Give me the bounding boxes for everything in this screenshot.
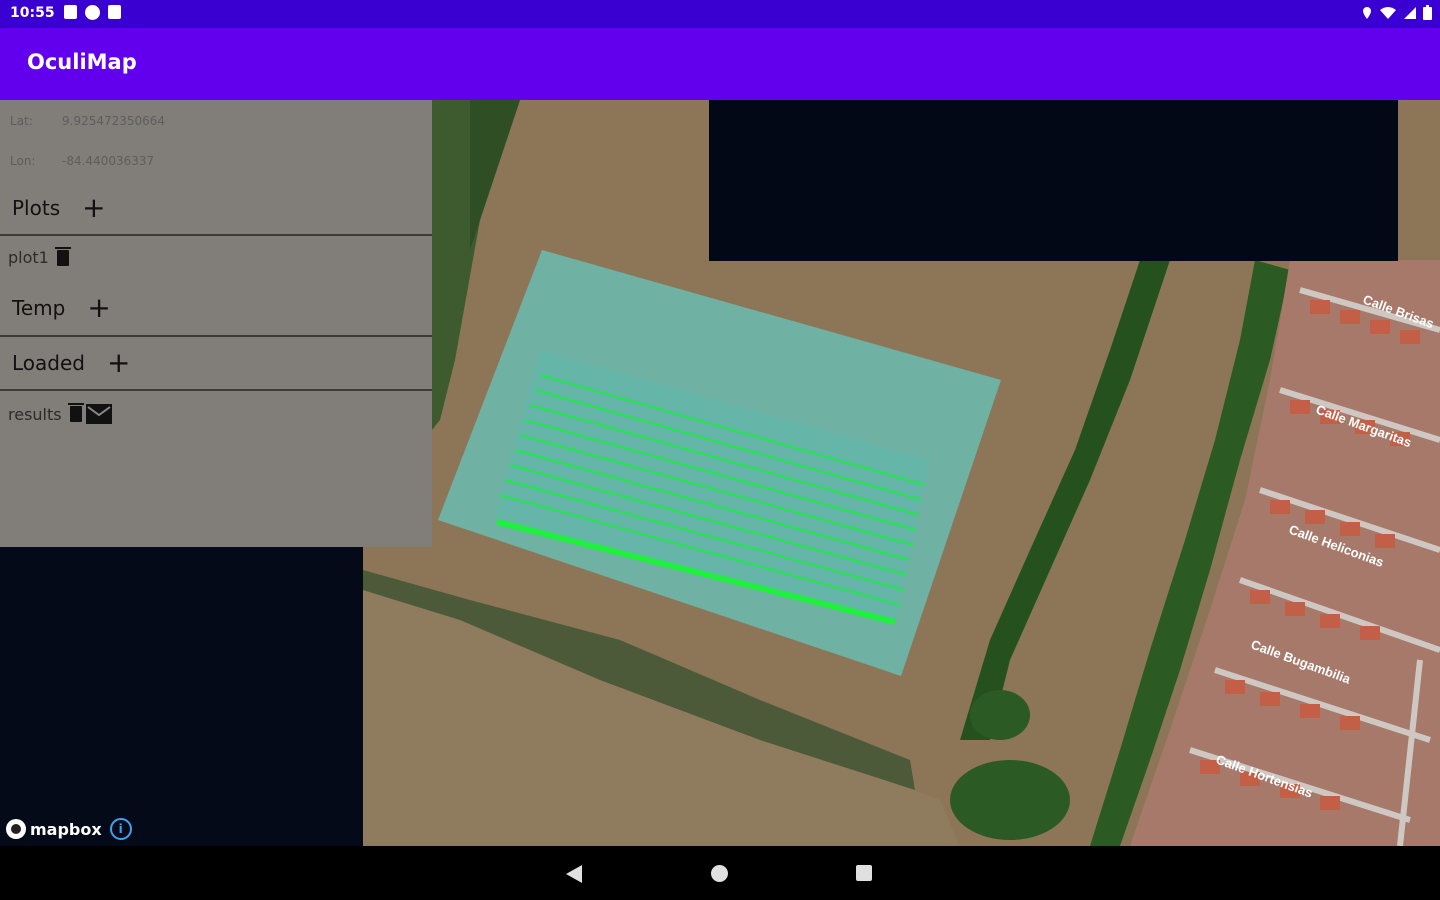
add-temp-button[interactable]: + xyxy=(87,294,110,322)
app-title: OculiMap xyxy=(27,50,137,74)
lat-value: 9.925472350664 xyxy=(62,114,166,128)
divider xyxy=(0,234,432,236)
status-bar: 10:55 xyxy=(0,0,1440,28)
wifi-icon xyxy=(1380,6,1396,19)
dark-overlay-top xyxy=(709,100,1398,261)
lon-value: -84.440036337 xyxy=(62,154,155,168)
lon-row: Lon: -84.440036337 xyxy=(10,154,154,168)
list-item-plot1[interactable]: plot1 xyxy=(8,246,71,267)
status-right-icons xyxy=(1361,5,1432,20)
plot1-label[interactable]: plot1 xyxy=(8,248,49,267)
mail-icon[interactable] xyxy=(85,404,112,424)
trash-icon[interactable] xyxy=(54,246,71,266)
battery-icon xyxy=(1423,5,1432,20)
status-left-icons xyxy=(64,5,121,20)
sd-card-icon xyxy=(108,5,121,19)
app-bar: OculiMap xyxy=(0,28,1440,100)
mapbox-label: mapbox xyxy=(30,819,102,839)
trash-icon[interactable] xyxy=(67,403,84,422)
add-loaded-button[interactable]: + xyxy=(107,349,130,377)
notification-box-icon xyxy=(64,5,77,19)
info-icon[interactable]: i xyxy=(109,818,132,840)
location-icon xyxy=(1363,6,1371,19)
lat-row: Lat: 9.925472350664 xyxy=(10,114,165,128)
navigation-bar xyxy=(0,846,1440,900)
lon-label: Lon: xyxy=(10,154,36,168)
results-label[interactable]: results xyxy=(8,405,62,424)
divider xyxy=(0,335,432,337)
plots-label: Plots xyxy=(12,196,61,220)
list-item-results[interactable]: results xyxy=(8,403,112,424)
temp-section-header: Temp + xyxy=(12,294,111,322)
mapbox-attribution[interactable]: mapbox i xyxy=(6,818,132,840)
mapbox-logo-icon xyxy=(6,819,26,839)
circle-app-icon xyxy=(85,5,100,20)
plots-section-header: Plots + xyxy=(12,194,106,222)
add-plot-button[interactable]: + xyxy=(82,194,105,222)
home-icon[interactable] xyxy=(711,865,728,882)
status-time: 10:55 xyxy=(10,5,55,21)
lat-label: Lat: xyxy=(10,114,33,128)
side-panel: Lat: 9.925472350664 Lon: -84.440036337 P… xyxy=(0,100,432,547)
back-icon[interactable] xyxy=(566,865,582,883)
signal-icon xyxy=(1404,6,1416,19)
loaded-label: Loaded xyxy=(12,351,85,375)
loaded-section-header: Loaded + xyxy=(12,349,130,377)
divider xyxy=(0,389,432,391)
temp-label: Temp xyxy=(12,296,66,320)
recents-icon[interactable] xyxy=(856,865,872,881)
